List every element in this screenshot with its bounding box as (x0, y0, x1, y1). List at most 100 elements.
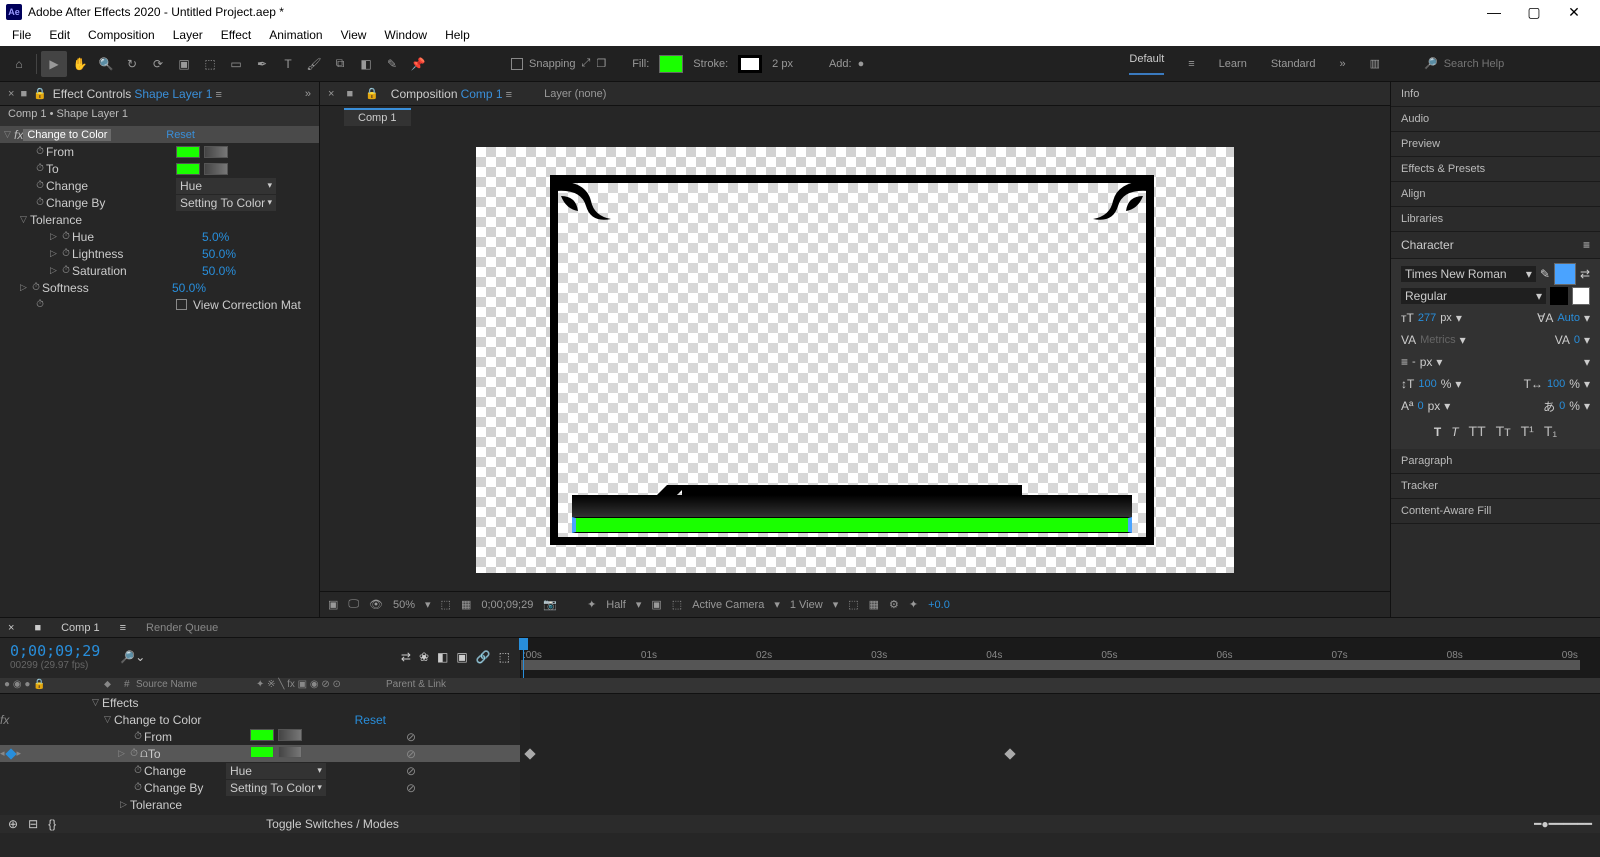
saturation-value[interactable]: 50.0% (202, 264, 236, 278)
menu-effect[interactable]: Effect (213, 26, 259, 44)
footer-icon[interactable]: ▦ (461, 598, 471, 611)
keyframe-icon[interactable] (524, 748, 535, 759)
hand-tool[interactable]: ✋ (67, 51, 93, 77)
subscript-button[interactable]: T₁ (1544, 423, 1557, 439)
pen-tool[interactable]: ✒ (249, 51, 275, 77)
menu-help[interactable]: Help (437, 26, 478, 44)
panel-menu-icon[interactable]: ■ (20, 88, 27, 100)
stopwatch-icon[interactable]: ⏱ (34, 163, 46, 174)
tl-footer-icon[interactable]: ⊕ (8, 817, 18, 831)
snap-icon[interactable]: ⤢ (582, 57, 591, 70)
panel-overflow[interactable]: » (305, 88, 311, 100)
search-input[interactable] (1444, 58, 1574, 70)
menu-edit[interactable]: Edit (41, 26, 78, 44)
shape-layer-bar[interactable] (572, 517, 1132, 533)
tl-change-row[interactable]: ⏱Change Hue▾ ⊘ (0, 762, 520, 779)
footer-icon[interactable]: ⬚ (848, 598, 858, 611)
change-dropdown[interactable]: Hue▾ (176, 178, 276, 194)
panel-content-aware[interactable]: Content-Aware Fill (1391, 499, 1600, 524)
tl-footer-icon[interactable]: ⊟ (28, 817, 38, 831)
panel-align[interactable]: Align (1391, 182, 1600, 207)
stopwatch-icon[interactable]: ⏱ (34, 180, 46, 191)
rotate-tool[interactable]: ⟳ (145, 51, 171, 77)
softness-value[interactable]: 50.0% (172, 281, 206, 295)
minimize-button[interactable]: — (1474, 4, 1514, 20)
eraser-tool[interactable]: ◧ (353, 51, 379, 77)
hscale-value[interactable]: 100 (1547, 378, 1565, 390)
eyedropper-icon[interactable] (204, 163, 228, 175)
panel-libraries[interactable]: Libraries (1391, 207, 1600, 232)
zoom-dropdown-icon[interactable]: ▾ (425, 598, 431, 611)
tl-icon[interactable]: ❀ (419, 650, 429, 664)
timeline-track-area[interactable] (520, 694, 1600, 815)
panel-close[interactable]: × (8, 622, 14, 634)
lock-icon[interactable]: 🔒 (33, 87, 47, 100)
render-queue-tab[interactable]: Render Queue (146, 622, 218, 634)
menu-animation[interactable]: Animation (261, 26, 330, 44)
stroke-swatch[interactable] (738, 55, 762, 73)
brush-tool[interactable]: 🖌 (301, 51, 327, 77)
tl-from-row[interactable]: ⏱From ⊘ (0, 728, 520, 745)
composition-viewport[interactable] (320, 128, 1390, 591)
superscript-button[interactable]: T¹ (1521, 423, 1534, 439)
snapping-checkbox[interactable] (511, 58, 523, 70)
workspace-default[interactable]: Default (1129, 53, 1164, 75)
camera-tool[interactable]: ▣ (171, 51, 197, 77)
panel-menu-icon[interactable]: ≡ (1583, 238, 1590, 252)
panel-menu-icon[interactable]: ■ (346, 88, 353, 100)
composition-tab[interactable]: Composition Comp 1 ≡ (391, 87, 512, 101)
panel-paragraph[interactable]: Paragraph (1391, 449, 1600, 474)
roto-tool[interactable]: ✎ (379, 51, 405, 77)
tl-icon[interactable]: ◧ (437, 650, 448, 664)
tl-reset[interactable]: Reset (355, 713, 386, 727)
effect-reset[interactable]: Reset (166, 129, 195, 141)
footer-icon[interactable]: ▣ (328, 598, 338, 611)
workspace-menu-icon[interactable]: ≡ (1188, 58, 1194, 70)
workspace-overflow[interactable]: » (1339, 58, 1345, 70)
timeline-tab[interactable]: Comp 1 (61, 622, 100, 634)
font-style-dropdown[interactable]: Regular▾ (1401, 288, 1546, 304)
footer-icon[interactable]: ▣ (651, 598, 661, 611)
workspace-learn[interactable]: Learn (1219, 58, 1247, 70)
orbit-tool[interactable]: ↻ (119, 51, 145, 77)
lightness-value[interactable]: 50.0% (202, 247, 236, 261)
current-timecode[interactable]: 0;00;09;29 (10, 642, 100, 660)
footer-icon[interactable]: 🖵 (348, 598, 359, 611)
footer-icon[interactable]: ⚙ (889, 598, 899, 611)
hue-value[interactable]: 5.0% (202, 230, 229, 244)
home-button[interactable]: ⌂ (6, 51, 32, 77)
footer-icon[interactable]: ✦ (909, 598, 918, 611)
tl-footer-icon[interactable]: {} (48, 817, 56, 831)
effect-header[interactable]: ▽ fx Change to Color Reset (0, 126, 319, 143)
timeline-search-icon[interactable]: 🔎⌄ (120, 650, 145, 664)
allcaps-button[interactable]: TT (1469, 423, 1486, 439)
playhead[interactable] (523, 638, 524, 678)
panel-menu-icon[interactable]: ■ (34, 622, 41, 634)
puppet-tool[interactable]: 📌 (405, 51, 431, 77)
panel-preview[interactable]: Preview (1391, 132, 1600, 157)
vscale-value[interactable]: 100 (1418, 378, 1436, 390)
panel-close[interactable]: × (8, 88, 14, 100)
toggle-switches-modes[interactable]: Toggle Switches / Modes (266, 817, 399, 831)
zoom-tool[interactable]: 🔍 (93, 51, 119, 77)
panel-tracker[interactable]: Tracker (1391, 474, 1600, 499)
footer-icon[interactable]: ✦ (587, 598, 596, 611)
stopwatch-icon[interactable]: ⏱ (34, 146, 46, 157)
font-size-value[interactable]: 277 (1418, 312, 1436, 324)
link-icon[interactable]: ⊘ (406, 730, 416, 744)
zoom-level[interactable]: 50% (393, 599, 415, 611)
layer-tab[interactable]: Layer (none) (544, 88, 606, 100)
time-ruler[interactable]: :00s01s 02s03s 04s05s 06s07s 08s09s (520, 638, 1600, 678)
comp-inner-tab[interactable]: Comp 1 (344, 108, 411, 126)
footer-icon[interactable]: ⬚ (672, 598, 682, 611)
prop-tolerance[interactable]: ▽Tolerance (0, 211, 319, 228)
tl-to-row[interactable]: ◂▸ ▷⏱⩍ To ⊘ (0, 745, 520, 762)
to-swatch[interactable] (176, 163, 200, 175)
kerning-value[interactable]: Metrics (1420, 334, 1455, 346)
pan-behind-tool[interactable]: ⬚ (197, 51, 223, 77)
panel-effects-presets[interactable]: Effects & Presets (1391, 157, 1600, 182)
tsume-value[interactable]: 0 (1559, 400, 1565, 412)
menu-view[interactable]: View (333, 26, 375, 44)
swap-colors-icon[interactable]: ⇄ (1580, 267, 1590, 281)
zoom-slider[interactable]: ━●━━━━━━ (1534, 817, 1592, 831)
